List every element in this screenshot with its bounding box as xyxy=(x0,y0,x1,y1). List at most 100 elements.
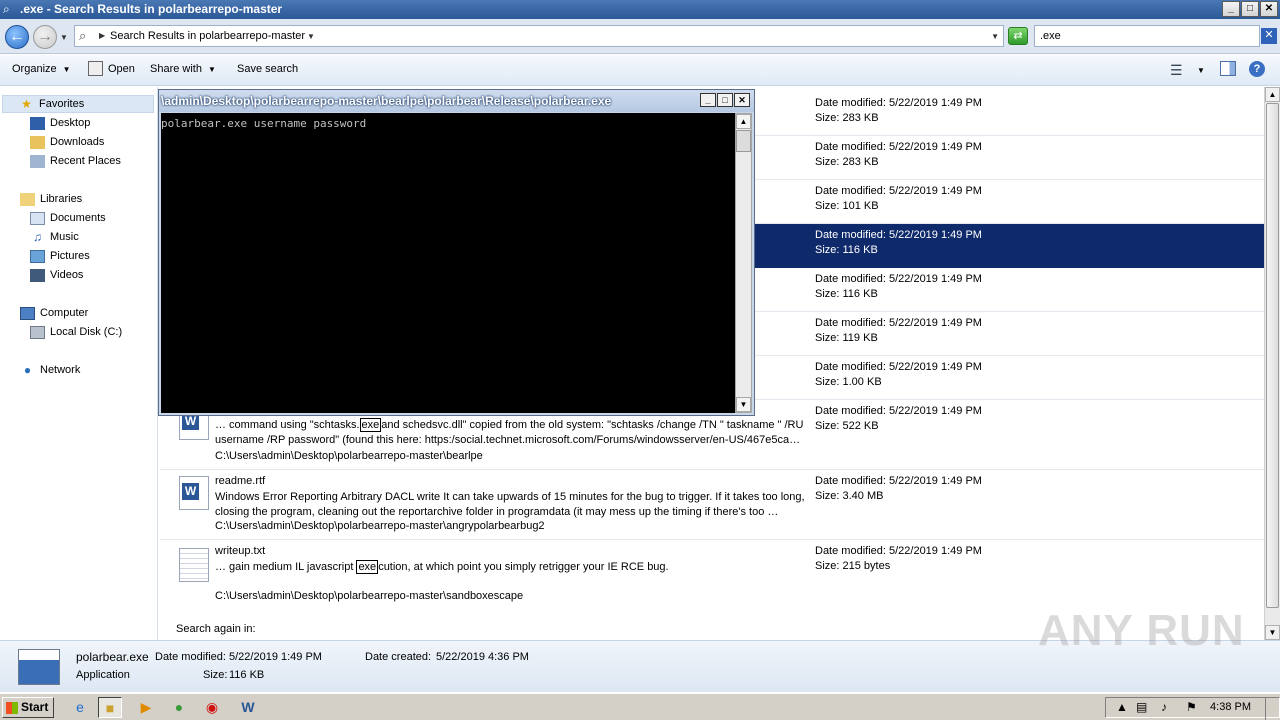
result-row[interactable]: readme.rtf Windows Error Reporting Arbit… xyxy=(160,470,1264,540)
console-maximize-button[interactable]: □ xyxy=(717,93,733,107)
search-hit-highlight: exe xyxy=(359,418,382,432)
show-hidden-icons-icon[interactable]: ▲ xyxy=(1116,700,1128,714)
nav-documents[interactable]: Documents xyxy=(30,209,106,227)
help-icon[interactable]: ? xyxy=(1249,61,1265,77)
nav-favorites[interactable]: ★ Favorites xyxy=(2,95,154,113)
console-title: \admin\Desktop\polarbearrepo-master\bear… xyxy=(161,94,612,108)
result-snippet: … gain medium IL javascript exe cution, a… xyxy=(215,560,805,575)
chevron-down-icon: ▼ xyxy=(62,65,71,74)
view-dropdown-icon[interactable]: ▼ xyxy=(1197,66,1205,75)
nav-desktop[interactable]: Desktop xyxy=(30,114,90,132)
result-row[interactable]: writeup.txt … gain medium IL javascript … xyxy=(160,540,1264,612)
details-date-modified: 5/22/2019 1:49 PM xyxy=(229,651,322,663)
nav-recent-places[interactable]: Recent Places xyxy=(30,152,121,170)
internet-explorer-icon[interactable]: e xyxy=(68,697,92,718)
chevron-down-icon: ▼ xyxy=(207,65,216,74)
clear-search-button[interactable]: ✕ xyxy=(1261,28,1277,44)
date-modified: Date modified: 5/22/2019 1:49 PM xyxy=(815,361,982,373)
clock[interactable]: 4:38 PM xyxy=(1210,701,1251,713)
volume-icon[interactable]: ♪ xyxy=(1161,700,1167,714)
window-title: .exe - Search Results in polarbearrepo-m… xyxy=(20,2,283,16)
save-search-button[interactable]: Save search xyxy=(237,63,298,75)
forward-button[interactable]: → xyxy=(33,25,57,49)
action-center-flag-icon[interactable]: ⚑ xyxy=(1186,700,1197,714)
explorer-folder-icon[interactable]: ■ xyxy=(98,697,122,718)
results-scrollbar[interactable]: ▲ ▼ xyxy=(1264,87,1280,640)
file-size: Size: 119 KB xyxy=(815,332,878,344)
media-player-icon[interactable]: ▶ xyxy=(134,697,158,718)
scroll-up-icon[interactable]: ▲ xyxy=(736,114,751,129)
console-window-controls: _ □ ✕ xyxy=(700,93,750,107)
window-title-bar[interactable]: ⌕ .exe - Search Results in polarbearrepo… xyxy=(0,0,1280,19)
network-status-icon[interactable]: ▤ xyxy=(1136,700,1147,714)
search-input[interactable] xyxy=(1035,26,1259,46)
address-history-dropdown-icon[interactable]: ▼ xyxy=(991,32,999,41)
minimize-button[interactable]: _ xyxy=(1222,1,1240,17)
pictures-icon xyxy=(30,249,45,263)
close-button[interactable]: ✕ xyxy=(1260,1,1278,17)
details-size-label: Size: xyxy=(203,669,228,681)
nav-local-disk[interactable]: Local Disk (C:) xyxy=(30,323,122,341)
back-button[interactable]: ← xyxy=(5,25,29,49)
navigation-pane: ★ Favorites Desktop Downloads Recent Plac… xyxy=(0,87,158,640)
result-snippet: … command using "schtasks. exe and schedsv… xyxy=(215,418,805,448)
nav-pictures[interactable]: Pictures xyxy=(30,247,90,265)
nav-downloads[interactable]: Downloads xyxy=(30,133,104,151)
snippet-text: … gain medium IL javascript xyxy=(215,561,357,573)
nav-libraries[interactable]: Libraries xyxy=(20,190,82,208)
breadcrumb[interactable]: Search Results in polarbearrepo-master xyxy=(110,30,305,42)
desktop-icon xyxy=(30,116,45,130)
scroll-down-icon[interactable]: ▼ xyxy=(736,397,751,412)
search-box[interactable] xyxy=(1034,25,1260,47)
organize-button[interactable]: Organize ▼ xyxy=(12,63,71,75)
scroll-thumb[interactable] xyxy=(1266,103,1279,608)
address-bar[interactable]: ⌕ ▶ Search Results in polarbearrepo-mast… xyxy=(74,25,1004,47)
share-with-button[interactable]: Share with ▼ xyxy=(150,63,216,75)
console-close-button[interactable]: ✕ xyxy=(734,93,750,107)
date-modified: Date modified: 5/22/2019 1:49 PM xyxy=(815,317,982,329)
libraries-icon xyxy=(20,192,35,206)
console-window[interactable]: \admin\Desktop\polarbearrepo-master\bear… xyxy=(158,89,755,416)
opera-icon[interactable]: ◉ xyxy=(200,697,224,718)
chrome-icon[interactable]: ● xyxy=(167,697,191,718)
nav-label: Pictures xyxy=(50,250,90,262)
start-button[interactable]: Start xyxy=(2,697,54,718)
snippet-text: … command using "schtasks. xyxy=(215,419,360,431)
nav-label: Computer xyxy=(40,307,89,319)
breadcrumb-dropdown-icon[interactable]: ▼ xyxy=(307,32,315,41)
nav-label: Recent Places xyxy=(50,155,121,167)
console-title-bar[interactable]: \admin\Desktop\polarbearrepo-master\bear… xyxy=(159,90,754,112)
scroll-down-icon[interactable]: ▼ xyxy=(1265,625,1280,640)
console-scrollbar[interactable]: ▲ ▼ xyxy=(735,113,752,413)
restore-button[interactable]: □ xyxy=(1241,1,1259,17)
scroll-thumb[interactable] xyxy=(736,130,751,152)
nav-videos[interactable]: Videos xyxy=(30,266,83,284)
preview-pane-icon[interactable] xyxy=(1220,61,1236,76)
console-screen[interactable]: polarbear.exe username password xyxy=(161,113,735,413)
show-desktop-button[interactable] xyxy=(1265,698,1279,720)
application-icon xyxy=(18,649,60,685)
nav-music[interactable]: ♫ Music xyxy=(30,228,79,246)
refresh-button[interactable]: ⇄ xyxy=(1008,27,1028,45)
details-date-modified-label: Date modified: xyxy=(155,651,226,663)
word-icon[interactable]: W xyxy=(236,697,260,718)
network-icon: ● xyxy=(23,362,32,377)
nav-network[interactable]: ● Network xyxy=(20,361,80,379)
rtf-document-icon xyxy=(179,476,209,510)
result-snippet: Windows Error Reporting Arbitrary DACL w… xyxy=(215,491,805,518)
file-path: C:\Users\admin\Desktop\polarbearrepo-mas… xyxy=(215,450,483,462)
open-button[interactable]: Open xyxy=(108,63,135,75)
scroll-up-icon[interactable]: ▲ xyxy=(1265,87,1280,102)
search-icon: ⌕ xyxy=(79,28,87,43)
change-view-icon[interactable]: ☰ xyxy=(1170,62,1183,79)
console-minimize-button[interactable]: _ xyxy=(700,93,716,107)
nav-label: Downloads xyxy=(50,136,105,148)
file-size: Size: 101 KB xyxy=(815,200,879,212)
recent-places-icon xyxy=(30,154,45,168)
file-size: Size: 283 KB xyxy=(815,156,879,168)
recent-pages-dropdown-icon[interactable]: ▼ xyxy=(60,33,68,42)
details-date-created-label: Date created: xyxy=(365,651,432,663)
file-path: C:\Users\admin\Desktop\polarbearrepo-mas… xyxy=(215,520,545,532)
nav-computer[interactable]: Computer xyxy=(20,304,88,322)
chevron-right-icon[interactable]: ▶ xyxy=(99,31,105,40)
